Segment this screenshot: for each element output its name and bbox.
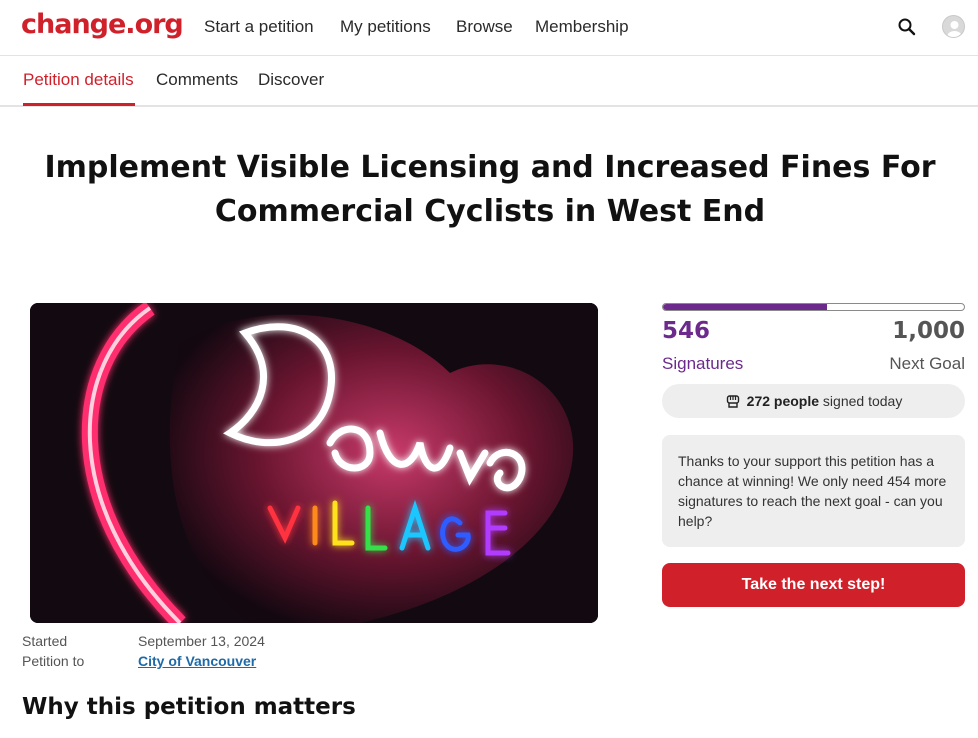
top-header: change.org Start a petition My petitions…	[0, 0, 978, 56]
signature-progress-bar	[662, 303, 965, 311]
started-label: Started	[22, 633, 68, 649]
signature-count: 546	[662, 318, 711, 344]
why-heading: Why this petition matters	[22, 694, 356, 720]
petition-title-line-1: Implement Visible Licensing and Increase…	[44, 150, 936, 185]
change-org-logo[interactable]: change.org	[21, 9, 184, 40]
support-notice: Thanks to your support this petition has…	[662, 435, 965, 547]
petition-title-line-2: Commercial Cyclists in West End	[214, 194, 766, 229]
signature-progress-fill	[663, 304, 828, 310]
tab-petition-details[interactable]: Petition details	[23, 70, 134, 90]
goal-label: Next Goal	[889, 354, 965, 373]
petition-tabs: Petition details Comments Discover	[0, 57, 978, 107]
nav-start-petition[interactable]: Start a petition	[204, 17, 314, 37]
petition-target-link[interactable]: City of Vancouver	[138, 653, 256, 669]
active-tab-indicator	[23, 103, 135, 106]
take-next-step-button[interactable]: Take the next step!	[662, 563, 965, 607]
nav-my-petitions[interactable]: My petitions	[340, 17, 431, 37]
user-avatar-icon[interactable]	[942, 15, 965, 38]
nav-membership[interactable]: Membership	[535, 17, 629, 37]
petition-image	[30, 303, 598, 623]
signed-today-pill: 272 people signed today	[662, 384, 965, 418]
petition-to-label: Petition to	[22, 653, 85, 669]
nav-browse[interactable]: Browse	[456, 17, 513, 37]
signed-today-count: 272 people	[746, 393, 820, 409]
raised-fist-icon	[725, 393, 741, 409]
search-icon[interactable]	[897, 17, 917, 37]
petition-title: Implement Visible Licensing and Increase…	[40, 146, 940, 234]
tab-discover[interactable]: Discover	[258, 70, 324, 90]
started-date: September 13, 2024	[138, 633, 265, 649]
signed-today-suffix: signed today	[822, 393, 903, 409]
goal-count: 1,000	[892, 318, 965, 344]
signature-count-label: Signatures	[662, 354, 744, 373]
tab-comments[interactable]: Comments	[156, 70, 238, 90]
